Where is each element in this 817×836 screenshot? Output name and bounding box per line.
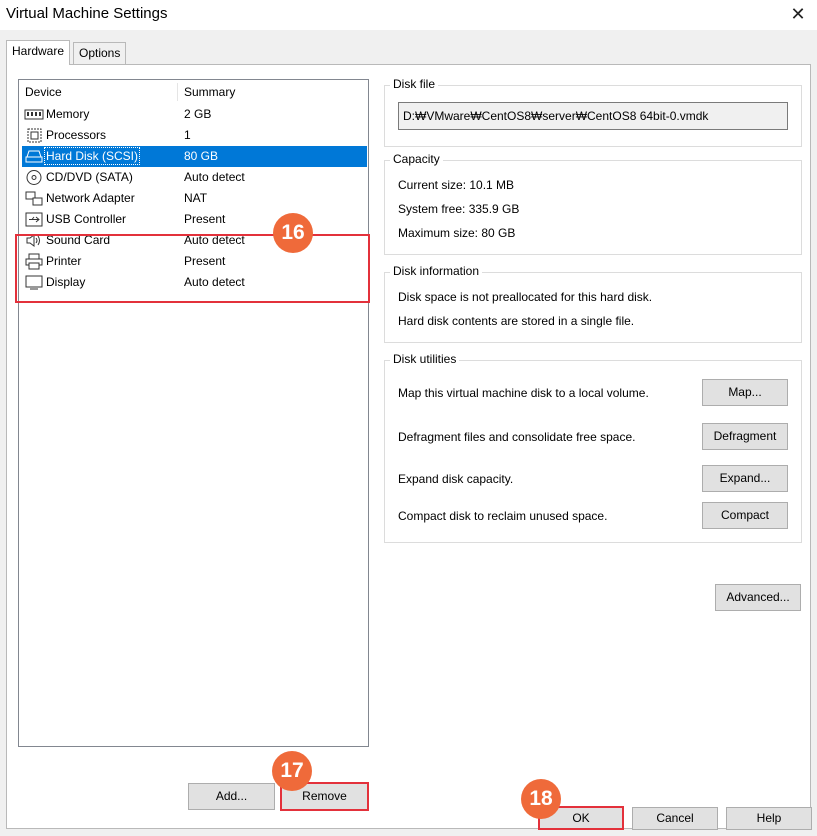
disk-file-title: Disk file — [390, 77, 439, 91]
disk-file-path-field[interactable]: D:₩VMware₩CentOS8₩server₩CentOS8 64bit-0… — [398, 102, 788, 130]
device-summary: 1 — [184, 128, 191, 142]
device-summary: Auto detect — [184, 170, 245, 184]
device-row-network-adapter[interactable]: Network Adapter NAT — [22, 188, 367, 209]
expand-description: Expand disk capacity. — [398, 472, 514, 486]
hard-disk-icon — [25, 150, 43, 163]
column-header-device[interactable]: Device — [25, 85, 62, 99]
hardware-panel: Device Summary Memory 2 GB Processors 1 … — [6, 64, 811, 829]
compact-description: Compact disk to reclaim unused space. — [398, 509, 608, 523]
device-name: Memory — [46, 107, 90, 121]
device-summary: NAT — [184, 191, 208, 205]
usb-icon — [25, 212, 43, 227]
disk-information-group: Disk information Disk space is not preal… — [384, 264, 802, 343]
disk-utilities-group: Disk utilities Map this virtual machine … — [384, 352, 802, 543]
device-summary: 80 GB — [184, 149, 219, 163]
device-name: Hard Disk (SCSI) — [43, 147, 141, 165]
disk-info-line-1: Disk space is not preallocated for this … — [398, 290, 653, 304]
device-name: Processors — [46, 128, 107, 142]
device-row-processors[interactable]: Processors 1 — [22, 125, 367, 146]
device-name: Network Adapter — [46, 191, 135, 205]
disk-utilities-title: Disk utilities — [390, 352, 460, 366]
window-title: Virtual Machine Settings — [6, 5, 168, 22]
defragment-button[interactable]: Defragment — [702, 423, 788, 450]
column-header-summary[interactable]: Summary — [184, 85, 235, 99]
capacity-group: Capacity Current size: 10.1 MB System fr… — [384, 152, 802, 255]
step-badge-18: 18 — [521, 779, 561, 819]
maximum-size-text: Maximum size: 80 GB — [398, 226, 516, 240]
help-button[interactable]: Help — [726, 807, 812, 830]
device-list-header: Device Summary — [19, 80, 368, 104]
current-size-text: Current size: 10.1 MB — [398, 178, 515, 192]
device-row-usb-controller[interactable]: USB Controller Present — [22, 209, 367, 230]
map-button[interactable]: Map... — [702, 379, 788, 406]
column-divider[interactable] — [177, 83, 178, 101]
disk-information-title: Disk information — [390, 264, 483, 278]
system-free-text: System free: 335.9 GB — [398, 202, 520, 216]
add-button[interactable]: Add... — [188, 783, 275, 810]
disk-file-group: Disk file D:₩VMware₩CentOS8₩server₩CentO… — [384, 77, 802, 147]
defragment-description: Defragment files and consolidate free sp… — [398, 430, 636, 444]
step-badge-16: 16 — [273, 213, 313, 253]
memory-icon — [24, 109, 44, 120]
tab-options[interactable]: Options — [73, 42, 127, 64]
step-badge-17: 17 — [272, 751, 312, 791]
cd-dvd-icon — [26, 170, 42, 185]
close-icon[interactable]: ✕ — [787, 3, 809, 25]
highlight-box-16 — [15, 234, 370, 303]
device-row-cd-dvd[interactable]: CD/DVD (SATA) Auto detect — [22, 167, 367, 188]
map-description: Map this virtual machine disk to a local… — [398, 386, 649, 400]
disk-info-line-2: Hard disk contents are stored in a singl… — [398, 314, 635, 328]
compact-button[interactable]: Compact — [702, 502, 788, 529]
tab-hardware[interactable]: Hardware — [6, 40, 71, 65]
advanced-button[interactable]: Advanced... — [715, 584, 801, 611]
network-adapter-icon — [25, 191, 43, 206]
device-name: CD/DVD (SATA) — [46, 170, 133, 184]
device-row-hard-disk[interactable]: Hard Disk (SCSI) 80 GB — [22, 146, 367, 167]
capacity-title: Capacity — [390, 152, 443, 166]
dialog-body: Hardware Options Device Summary Memory 2… — [0, 30, 817, 836]
device-row-memory[interactable]: Memory 2 GB — [22, 104, 367, 125]
device-name: USB Controller — [46, 212, 127, 226]
processor-icon — [27, 128, 42, 143]
cancel-button[interactable]: Cancel — [632, 807, 718, 830]
device-summary: 2 GB — [184, 107, 212, 121]
title-bar: Virtual Machine Settings ✕ — [0, 0, 817, 30]
device-summary: Present — [184, 212, 226, 226]
device-list[interactable]: Device Summary Memory 2 GB Processors 1 … — [18, 79, 369, 747]
expand-button[interactable]: Expand... — [702, 465, 788, 492]
